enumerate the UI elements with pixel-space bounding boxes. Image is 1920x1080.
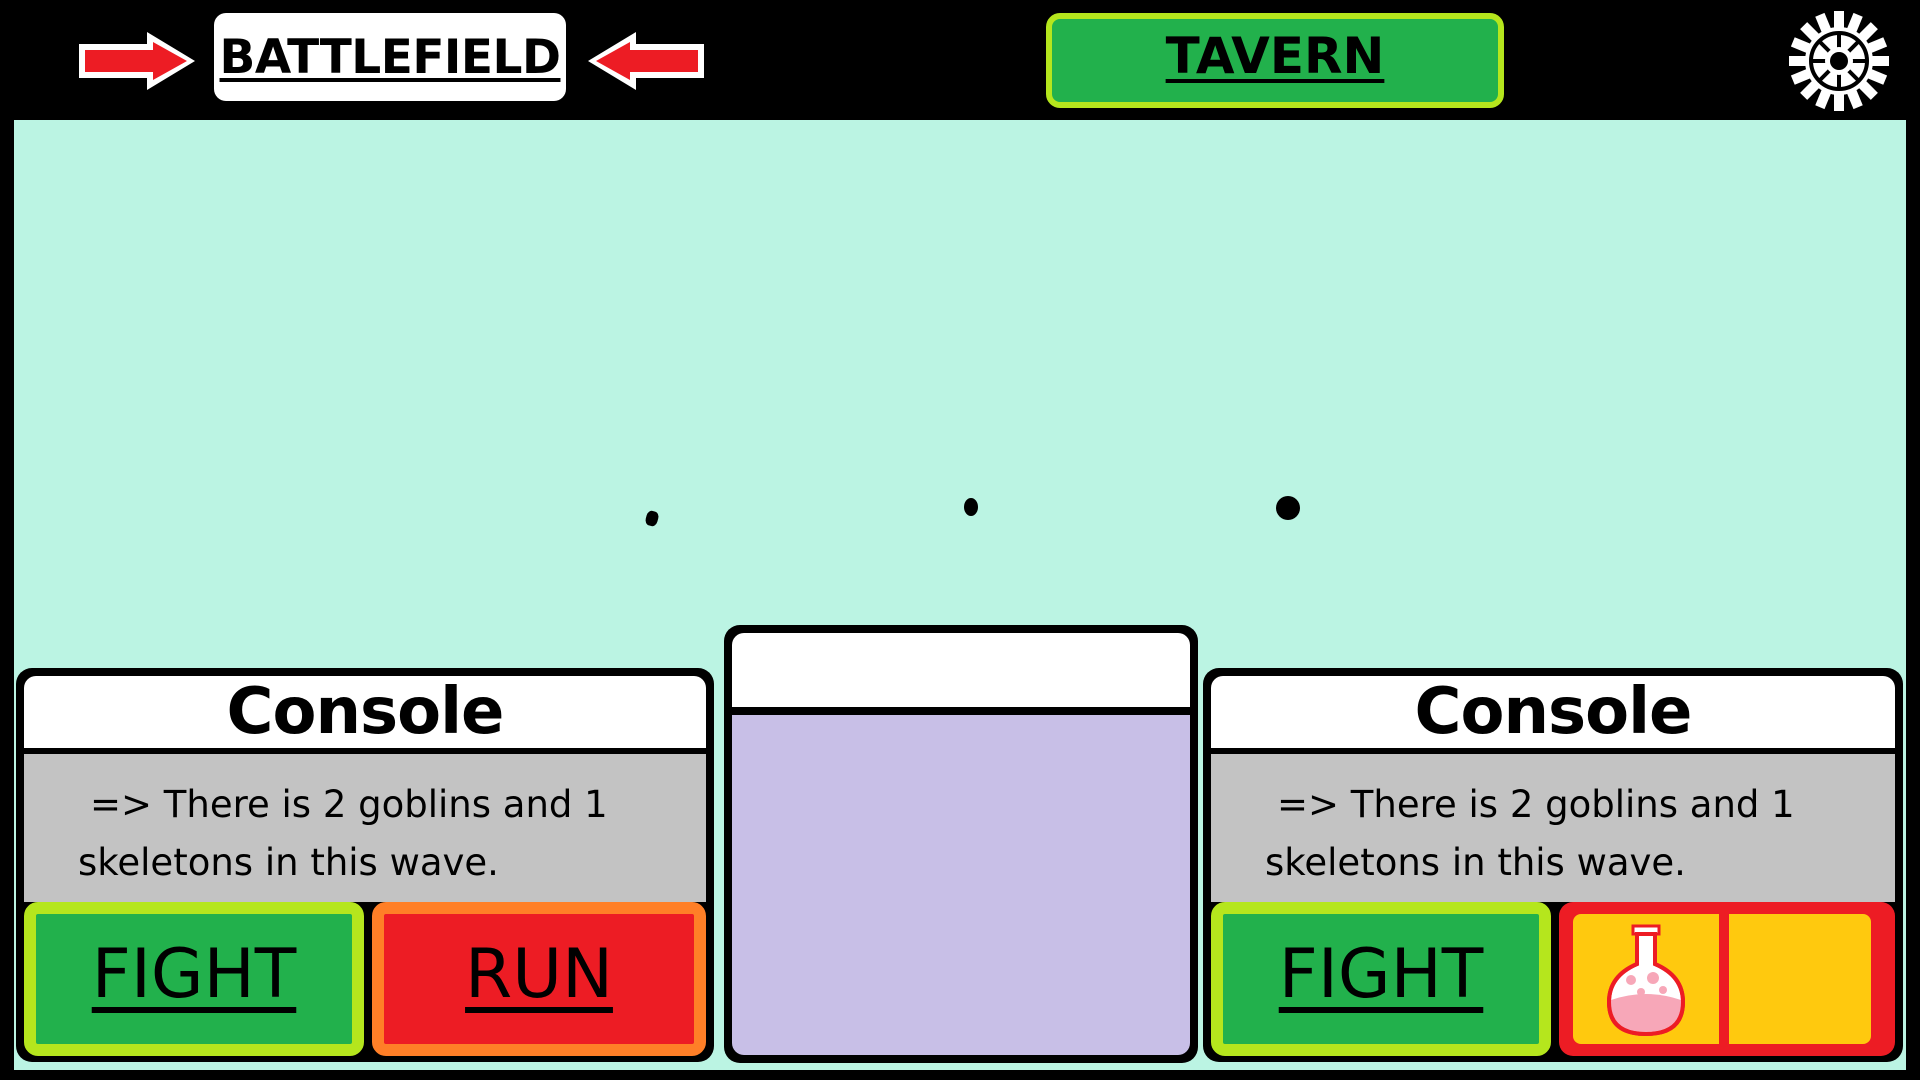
tavern-button[interactable]: TAVERN (1046, 13, 1504, 108)
console-message-line-1: => There is 2 goblins and 1 (1277, 783, 1795, 826)
run-button-label: RUN (465, 934, 613, 1014)
tavern-button-label: TAVERN (1165, 26, 1385, 85)
console-log: => There is 2 goblins and 1 skeletons in… (24, 754, 706, 902)
center-panel-header (732, 633, 1190, 707)
enemy-skeleton[interactable] (1276, 496, 1300, 520)
location-title: BATTLEFIELD (214, 13, 566, 101)
enemy-goblin-1[interactable] (644, 509, 660, 528)
console-message-line-2: skeletons in this wave. (78, 841, 499, 884)
item-slot-1[interactable] (1573, 914, 1719, 1044)
right-arrow-icon (79, 32, 195, 90)
console-title: Console (1414, 675, 1693, 749)
fight-button[interactable]: FIGHT (1211, 902, 1551, 1056)
console-header: Console (24, 675, 706, 749)
enemy-goblin-2[interactable] (964, 498, 978, 516)
potion-icon (1606, 924, 1686, 1037)
console-title: Console (226, 675, 505, 749)
console-message-line-2: skeletons in this wave. (1265, 841, 1686, 884)
game-screen: BATTLEFIELD TAVERN Console => There is 2… (0, 0, 1920, 1080)
console-header: Console (1211, 675, 1895, 749)
center-panel-body (732, 715, 1190, 1055)
center-panel (724, 625, 1198, 1063)
console-panel-left: Console => There is 2 goblins and 1 skel… (16, 668, 714, 1062)
console-message-line-1: => There is 2 goblins and 1 (90, 783, 608, 826)
fight-button-label: FIGHT (1278, 934, 1484, 1014)
location-label: BATTLEFIELD (219, 29, 561, 85)
fight-button[interactable]: FIGHT (24, 902, 364, 1056)
item-slots (1559, 902, 1895, 1056)
fight-button-label: FIGHT (91, 934, 297, 1014)
run-button[interactable]: RUN (372, 902, 706, 1056)
console-log: => There is 2 goblins and 1 skeletons in… (1211, 754, 1895, 902)
console-panel-right: Console => There is 2 goblins and 1 skel… (1203, 668, 1903, 1062)
left-arrow-icon (588, 32, 704, 90)
item-slot-2[interactable] (1729, 914, 1871, 1044)
gear-icon[interactable] (1786, 8, 1892, 114)
